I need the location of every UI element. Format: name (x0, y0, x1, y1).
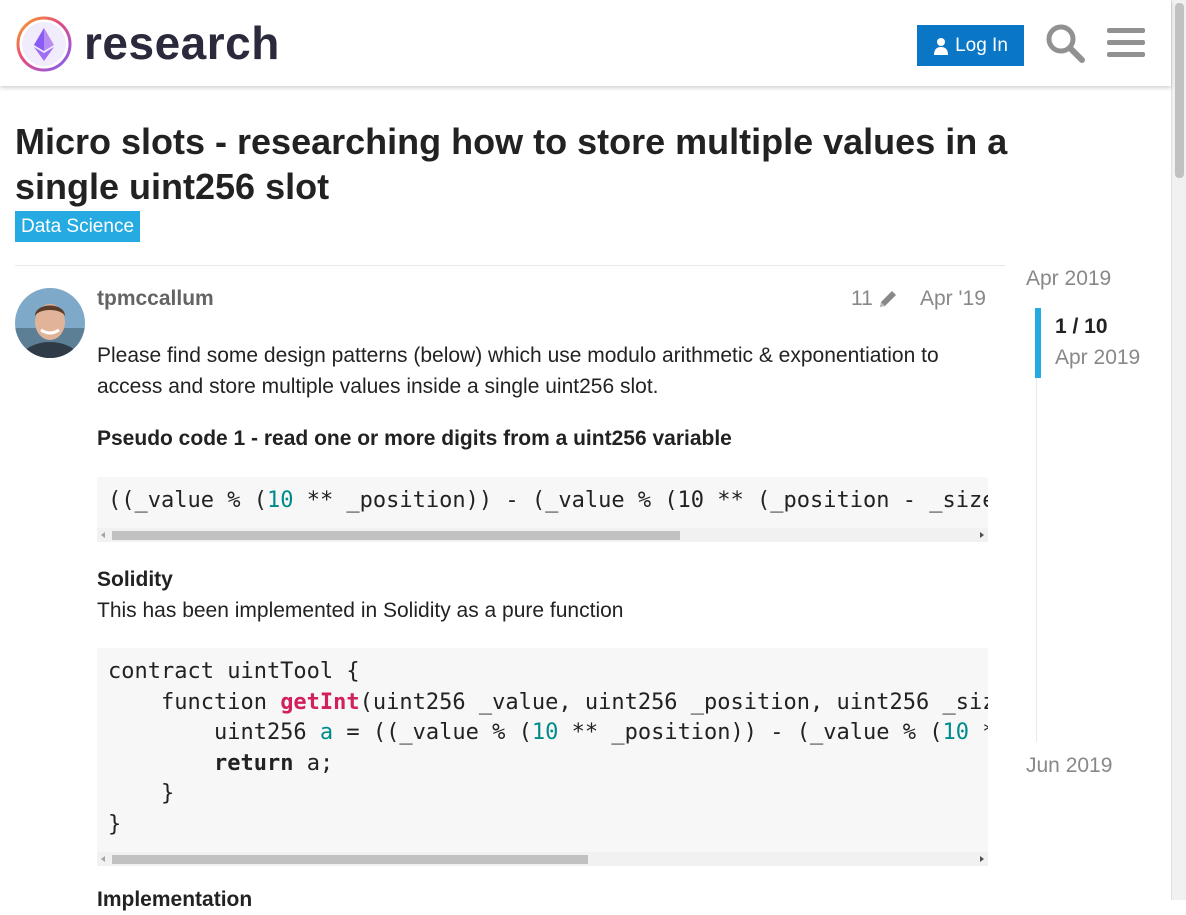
code-block-pseudo: ((_value % (10 ** _position)) - (_value … (97, 477, 988, 528)
code-scrollbar-thumb[interactable] (112, 531, 680, 540)
code-scrollbar-horizontal[interactable] (97, 852, 988, 866)
edit-history[interactable]: 11 (851, 286, 899, 312)
hamburger-menu-icon[interactable] (1105, 22, 1147, 64)
timeline-end-date[interactable]: Jun 2019 (1026, 753, 1112, 779)
code-scrollbar-horizontal[interactable] (97, 528, 988, 542)
page-scrollbar[interactable] (1171, 0, 1186, 900)
ethereum-research-logo[interactable] (16, 16, 72, 72)
login-label: Log In (955, 34, 1008, 56)
site-title[interactable]: research (84, 13, 280, 73)
code-scrollbar-thumb[interactable] (112, 855, 588, 864)
scroll-left-arrow-icon[interactable] (101, 856, 105, 862)
post-author[interactable]: tpmccallum (97, 286, 214, 312)
post-date[interactable]: Apr '19 (920, 286, 986, 312)
pencil-icon (879, 291, 896, 307)
search-icon[interactable] (1044, 22, 1086, 64)
scroll-right-arrow-icon[interactable] (980, 856, 984, 862)
timeline-post-counter[interactable]: 1 / 10 (1055, 314, 1108, 340)
user-icon (934, 37, 949, 55)
login-button[interactable]: Log In (917, 25, 1024, 66)
section-heading-solidity: Solidity (97, 568, 173, 591)
category-badge[interactable]: Data Science (15, 211, 141, 242)
site-header: research Log In (0, 0, 1171, 86)
code-block-solidity: contract uintTool { function getInt(uint… (97, 648, 988, 852)
avatar[interactable] (15, 288, 85, 358)
divider (15, 265, 1005, 266)
timeline-handle[interactable] (1035, 308, 1041, 378)
scroll-left-arrow-icon[interactable] (101, 532, 105, 538)
edit-count: 11 (851, 287, 873, 310)
timeline-current-date: Apr 2019 (1055, 346, 1141, 369)
section-heading-pseudo-code: Pseudo code 1 - read one or more digits … (97, 427, 732, 450)
scroll-right-arrow-icon[interactable] (980, 532, 984, 538)
timeline-start-date[interactable]: Apr 2019 (1026, 266, 1111, 292)
post-intro-text: Please find some design patterns (below)… (97, 344, 939, 398)
solidity-description: This has been implemented in Solidity as… (97, 599, 624, 622)
topic-title[interactable]: Micro slots - researching how to store m… (15, 119, 1055, 209)
page-scrollbar-thumb[interactable] (1175, 3, 1184, 178)
